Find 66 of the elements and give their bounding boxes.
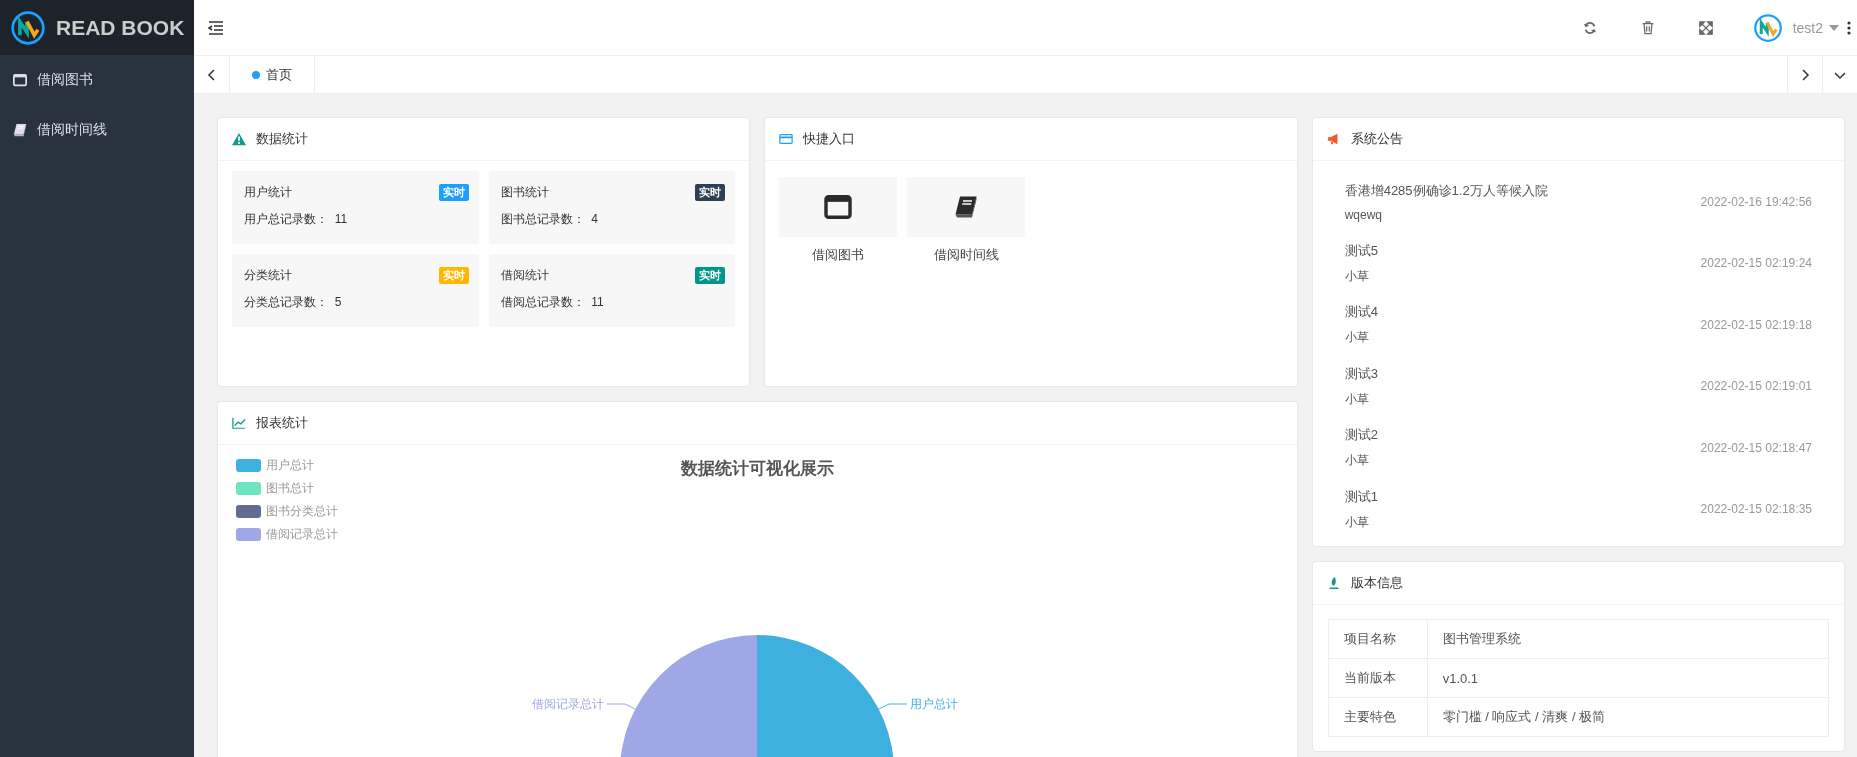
card-title: 数据统计 — [256, 130, 308, 148]
table-cell: 主要特色 — [1328, 697, 1428, 737]
refresh-icon[interactable] — [1582, 20, 1597, 35]
stat-title: 用户统计 — [244, 184, 292, 201]
stat-count: 图书总记录数： 4 — [500, 211, 599, 228]
slice-label: 借阅记录总计 — [532, 697, 605, 711]
window-icon — [824, 195, 853, 219]
card-title: 报表统计 — [256, 414, 308, 432]
slice-label: 用户总计 — [910, 697, 959, 711]
book-icon — [13, 123, 27, 137]
notice-author: 小草 — [1344, 452, 1370, 470]
notice-time: 2022-02-15 02:19:01 — [1700, 379, 1812, 394]
more-icon[interactable] — [1847, 20, 1851, 35]
notice-time: 2022-02-16 19:42:56 — [1700, 194, 1812, 209]
stat-count: 分类总记录数： 5 — [244, 294, 343, 311]
chevron-left-icon — [205, 68, 218, 81]
chart-title: 数据统计可视化展示 — [680, 458, 834, 480]
card-title: 系统公告 — [1350, 130, 1403, 148]
caret-icon[interactable] — [1829, 24, 1839, 31]
notice-title[interactable]: 测试4 — [1344, 303, 1378, 322]
notice-time: 2022-02-15 02:19:24 — [1700, 256, 1812, 271]
megaphone-icon — [1326, 132, 1341, 146]
leader-line — [606, 703, 638, 711]
warning-icon — [232, 132, 246, 146]
notice-author: wqewq — [1344, 207, 1383, 222]
live-badge: 实时 — [695, 184, 726, 201]
table-cell: v1.0.1 — [1427, 658, 1829, 698]
notice-author: 小草 — [1344, 329, 1370, 347]
line-chart-icon — [232, 416, 246, 430]
stat-title: 图书统计 — [500, 184, 549, 201]
notice-time: 2022-02-15 02:19:18 — [1700, 317, 1812, 332]
window-icon — [13, 73, 27, 87]
chevron-right-icon — [1799, 68, 1811, 81]
card-title: 快捷入口 — [803, 130, 856, 148]
table-cell: 当前版本 — [1328, 658, 1428, 698]
sidebar-item[interactable]: 借阅图书 — [0, 55, 194, 105]
stat-count: 借阅总记录数： 11 — [500, 294, 605, 311]
card-title: 版本信息 — [1350, 574, 1403, 592]
stat-count: 用户总记录数： 11 — [244, 211, 349, 228]
table-cell: 项目名称 — [1328, 619, 1428, 659]
live-badge: 实时 — [438, 267, 469, 284]
table-cell: 图书管理系统 — [1427, 619, 1829, 659]
stat-title: 借阅统计 — [500, 267, 549, 284]
logo-icon — [1752, 12, 1783, 43]
menu-icon[interactable] — [208, 20, 224, 35]
live-badge: 实时 — [438, 184, 469, 201]
table-cell: 零门槛 / 响应式 / 清爽 / 极简 — [1427, 697, 1829, 737]
notice-title[interactable]: 测试1 — [1344, 487, 1378, 506]
stat-title: 分类统计 — [244, 267, 292, 284]
notice-time: 2022-02-15 02:18:47 — [1700, 440, 1812, 455]
notice-title[interactable]: 香港增4285例确诊1.2万人等候入院 — [1344, 181, 1548, 200]
logo-icon — [10, 9, 46, 46]
notice-author: 小草 — [1344, 513, 1370, 531]
brand-name: READ BOOK — [56, 15, 185, 40]
leader-line — [876, 703, 908, 711]
notice-title[interactable]: 测试3 — [1344, 364, 1378, 383]
notice-title[interactable]: 测试5 — [1344, 241, 1378, 260]
card-icon — [779, 132, 794, 146]
notice-author: 小草 — [1344, 267, 1370, 285]
notice-time: 2022-02-15 02:18:35 — [1700, 502, 1812, 517]
trash-icon[interactable] — [1640, 20, 1655, 35]
notice-author: 小草 — [1344, 390, 1370, 408]
live-badge: 实时 — [695, 267, 726, 284]
sidebar-item[interactable]: 借阅时间线 — [0, 105, 194, 155]
fullscreen-icon[interactable] — [1698, 20, 1713, 35]
notice-title[interactable]: 测试2 — [1344, 426, 1378, 445]
